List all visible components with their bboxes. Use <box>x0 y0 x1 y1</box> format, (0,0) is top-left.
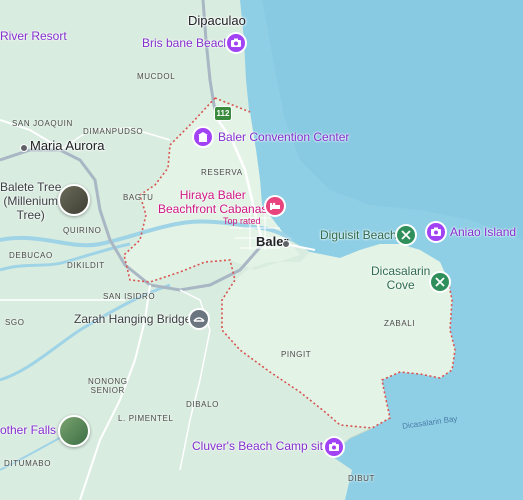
poi-baler-convention-center[interactable]: Baler Convention Center <box>218 130 349 145</box>
poi-dicasalarin-cove[interactable]: Dicasalarin Cove <box>371 264 430 293</box>
building-pin-icon[interactable] <box>194 128 212 146</box>
brgy-nonong-senior: NONONG SENIOR <box>88 377 128 396</box>
brgy-reserva: RESERVA <box>201 168 243 177</box>
poi-brisbane-beach[interactable]: Bris bane Beach <box>142 36 230 51</box>
hotel-pin-icon[interactable] <box>266 197 284 215</box>
brgy-zabali: ZABALI <box>384 319 416 328</box>
camera-pin-icon-cluvers[interactable] <box>325 438 343 456</box>
poi-zarah-bridge[interactable]: Zarah Hanging Bridge <box>74 312 191 327</box>
nature-pin-icon-cove[interactable] <box>431 273 449 291</box>
poi-balete-tree[interactable]: Balete Tree (Millenium Tree) <box>0 180 61 222</box>
brgy-ditumabo: DITUMABO <box>4 459 52 468</box>
brgy-debucao: DEBUCAO <box>9 251 53 260</box>
brgy-l-pimentel: L. PIMENTEL <box>118 414 174 423</box>
brgy-san-isidro: SAN ISIDRO <box>103 292 156 301</box>
town-maria-aurora[interactable]: Maria Aurora <box>30 138 104 154</box>
poi-cluvers-beach[interactable]: Cluver's Beach Camp site <box>192 439 330 454</box>
town-dot-maria-aurora <box>20 144 28 152</box>
poi-river-resort[interactable]: River Resort <box>0 29 67 44</box>
town-dot-baler <box>282 240 290 248</box>
route-112-badge: 112 <box>215 107 231 120</box>
brgy-san-joaquin: SAN JOAQUIN <box>12 119 73 128</box>
bridge-pin-icon[interactable] <box>190 310 208 328</box>
brgy-dimanpudso: DIMANPUDSO <box>83 127 144 136</box>
town-dipaculao[interactable]: Dipaculao <box>188 13 246 29</box>
poi-mother-falls[interactable]: other Falls <box>0 423 56 438</box>
brgy-dikildit: DIKILDIT <box>67 261 105 270</box>
brgy-quirino: QUIRINO <box>63 226 102 235</box>
camera-pin-icon[interactable] <box>227 34 245 52</box>
brgy-mucdol: MUCDOL <box>137 72 176 81</box>
poi-aniao-island[interactable]: Aniao Island <box>450 225 516 240</box>
brgy-pingit: PINGIT <box>281 350 312 359</box>
poi-diguisit-beach[interactable]: Diguisit Beach <box>320 228 397 243</box>
mother-falls-photo-icon[interactable] <box>58 415 90 447</box>
brgy-dibalo: DIBALO <box>186 400 219 409</box>
brgy-dibut: DIBUT <box>348 474 375 483</box>
poi-hiraya-baler[interactable]: Hiraya Baler Beachfront Cabanas <box>158 188 267 217</box>
nature-pin-icon[interactable] <box>397 226 415 244</box>
poi-hiraya-top-rated: Top rated <box>223 216 261 226</box>
camera-pin-icon-aniao[interactable] <box>427 223 445 241</box>
map-view[interactable]: 112 Dipaculao Maria Aurora Baler SAN JOA… <box>0 0 523 500</box>
brgy-bagtu: BAGTU <box>123 193 154 202</box>
brgy-sgo: SGO <box>5 318 25 327</box>
balete-tree-photo-icon[interactable] <box>58 184 90 216</box>
